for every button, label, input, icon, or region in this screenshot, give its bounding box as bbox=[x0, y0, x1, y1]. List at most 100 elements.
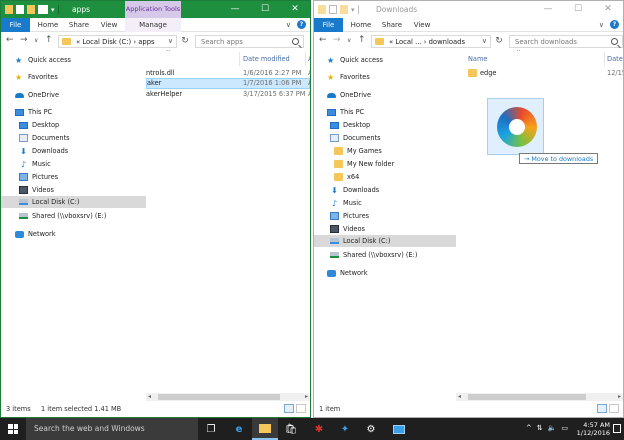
refresh-icon[interactable]: ↻ bbox=[179, 35, 191, 48]
nav-item-local-disk[interactable]: Local Disk (C:) bbox=[1, 196, 146, 208]
up-arrow-icon[interactable]: ↑ bbox=[45, 35, 53, 45]
close-button[interactable]: ✕ bbox=[280, 1, 310, 18]
large-icons-view-icon[interactable] bbox=[609, 404, 619, 413]
action-center-icon[interactable] bbox=[613, 424, 621, 433]
title-bar[interactable]: ▾ Application Tools apps — ☐ ✕ bbox=[1, 1, 310, 18]
address-bar[interactable]: « Local Disk (C:) › apps ∨ bbox=[58, 35, 177, 48]
scroll-left-icon[interactable]: ◂ bbox=[148, 393, 151, 401]
nav-item-favorites[interactable]: ★ Favorites bbox=[15, 71, 146, 83]
nav-item-videos[interactable]: Videos bbox=[330, 223, 456, 235]
new-folder-icon[interactable] bbox=[27, 5, 35, 14]
taskbar-app-blue[interactable]: ✦ bbox=[332, 418, 358, 440]
nav-item-shared-drive[interactable]: Shared (\\vboxsrv) (E:) bbox=[330, 249, 456, 261]
nav-item-music[interactable]: ♪ Music bbox=[19, 158, 146, 170]
nav-item-x64[interactable]: x64 bbox=[334, 171, 456, 183]
chevron-down-icon[interactable]: ∨ bbox=[168, 37, 173, 45]
nav-item-onedrive[interactable]: OneDrive bbox=[15, 89, 146, 101]
large-icons-view-icon[interactable] bbox=[296, 404, 306, 413]
tab-home[interactable]: Home bbox=[34, 18, 62, 32]
nav-item-music[interactable]: ♪ Music bbox=[330, 197, 456, 209]
maximize-button[interactable]: ☐ bbox=[563, 1, 593, 18]
recent-dropdown-icon[interactable]: ∨ bbox=[34, 37, 38, 44]
table-row[interactable]: edge 12/15 bbox=[456, 68, 623, 79]
nav-item-local-disk[interactable]: Local Disk (C:) bbox=[314, 235, 456, 247]
minimize-button[interactable]: — bbox=[220, 1, 250, 18]
refresh-icon[interactable]: ↻ bbox=[493, 35, 505, 48]
tab-view[interactable]: View bbox=[96, 18, 122, 32]
scroll-left-icon[interactable]: ◂ bbox=[458, 393, 461, 401]
nav-item-documents[interactable]: Documents bbox=[19, 132, 146, 144]
up-arrow-icon[interactable]: ↑ bbox=[358, 35, 366, 45]
clock[interactable]: 4:57 AM 1/12/2016 bbox=[577, 421, 610, 437]
nav-item-my-games[interactable]: My Games bbox=[334, 145, 456, 157]
taskbar-app-edge[interactable]: e bbox=[226, 418, 252, 440]
nav-item-my-new-folder[interactable]: My New folder bbox=[334, 158, 456, 170]
properties-icon[interactable] bbox=[16, 5, 24, 14]
nav-item-pictures[interactable]: Pictures bbox=[330, 210, 456, 222]
column-header-date[interactable]: Date bbox=[607, 55, 623, 63]
chevron-up-icon[interactable]: ^ bbox=[526, 424, 532, 432]
table-row[interactable]: akerHelper 3/17/2015 6:37 PM A bbox=[146, 89, 310, 100]
start-button[interactable] bbox=[0, 418, 26, 440]
scroll-right-icon[interactable]: ▸ bbox=[305, 393, 308, 401]
tab-home[interactable]: Home bbox=[347, 18, 375, 32]
tab-file[interactable]: File bbox=[314, 18, 343, 32]
forward-arrow-icon[interactable]: → bbox=[333, 35, 341, 45]
maximize-button[interactable]: ☐ bbox=[250, 1, 280, 18]
recent-dropdown-icon[interactable]: ∨ bbox=[347, 37, 351, 44]
nav-item-desktop[interactable]: Desktop bbox=[19, 119, 146, 131]
taskbar-search-box[interactable]: Search the web and Windows bbox=[26, 418, 198, 440]
tab-file[interactable]: File bbox=[1, 18, 30, 32]
new-folder-icon[interactable] bbox=[340, 5, 348, 14]
nav-item-pictures[interactable]: Pictures bbox=[19, 171, 146, 183]
scroll-right-icon[interactable]: ▸ bbox=[618, 393, 621, 401]
rename-icon[interactable] bbox=[38, 5, 48, 14]
taskbar-app-file-explorer[interactable] bbox=[252, 418, 278, 440]
column-header-name[interactable]: Name bbox=[468, 55, 487, 63]
network-tray-icon[interactable]: ⇅ bbox=[537, 424, 543, 432]
keyboard-icon[interactable]: ▭ bbox=[561, 424, 568, 432]
customize-toolbar-icon[interactable]: ▾ bbox=[351, 6, 355, 14]
properties-icon[interactable] bbox=[329, 5, 337, 14]
column-header-type[interactable]: A bbox=[308, 55, 310, 63]
nav-item-onedrive[interactable]: OneDrive bbox=[327, 89, 456, 101]
taskbar-app-store[interactable]: 🛍 bbox=[278, 418, 304, 440]
nav-item-documents[interactable]: Documents bbox=[330, 132, 456, 144]
forward-arrow-icon[interactable]: → bbox=[20, 35, 28, 45]
nav-item-downloads[interactable]: ⬇ Downloads bbox=[330, 184, 456, 196]
address-bar[interactable]: « Local ... › downloads ∨ bbox=[371, 35, 491, 48]
nav-item-this-pc[interactable]: This PC bbox=[15, 106, 146, 118]
tab-share[interactable]: Share bbox=[65, 18, 93, 32]
tab-manage[interactable]: Manage bbox=[125, 18, 181, 32]
nav-item-network[interactable]: Network bbox=[15, 228, 146, 240]
title-bar[interactable]: ▾ Downloads — ☐ ✕ bbox=[314, 1, 623, 18]
nav-item-downloads[interactable]: ⬇ Downloads bbox=[19, 145, 146, 157]
taskbar-app-settings[interactable]: ⚙ bbox=[358, 418, 384, 440]
table-row-selected[interactable]: aker 1/7/2016 1:06 PM A bbox=[146, 78, 310, 89]
chevron-down-icon[interactable]: ∨ bbox=[482, 37, 487, 45]
horizontal-scrollbar[interactable]: ◂ ▸ bbox=[456, 393, 623, 401]
nav-item-favorites[interactable]: ★ Favorites bbox=[327, 71, 456, 83]
horizontal-scrollbar[interactable]: ◂ ▸ bbox=[146, 393, 310, 401]
tab-view[interactable]: View bbox=[409, 18, 435, 32]
help-icon[interactable]: ? bbox=[297, 20, 306, 29]
taskbar-app-remote[interactable] bbox=[386, 418, 412, 440]
nav-item-this-pc[interactable]: This PC bbox=[327, 106, 456, 118]
scroll-thumb[interactable] bbox=[158, 394, 280, 400]
nav-item-quick-access[interactable]: ★ Quick access bbox=[327, 54, 456, 66]
volume-icon[interactable]: 🔈 bbox=[548, 424, 557, 432]
nav-item-desktop[interactable]: Desktop bbox=[330, 119, 456, 131]
tab-share[interactable]: Share bbox=[378, 18, 406, 32]
close-button[interactable]: ✕ bbox=[593, 1, 623, 18]
column-header-date[interactable]: Date modified bbox=[243, 55, 290, 63]
customize-toolbar-icon[interactable]: ▾ bbox=[51, 6, 55, 14]
scroll-thumb[interactable] bbox=[468, 394, 586, 400]
nav-item-network[interactable]: Network bbox=[327, 267, 456, 279]
minimize-button[interactable]: — bbox=[533, 1, 563, 18]
expand-ribbon-icon[interactable]: ∨ bbox=[599, 21, 604, 29]
back-arrow-icon[interactable]: ← bbox=[6, 35, 14, 45]
help-icon[interactable]: ? bbox=[610, 20, 619, 29]
search-input[interactable]: Search downloads bbox=[509, 35, 623, 48]
nav-item-videos[interactable]: Videos bbox=[19, 184, 146, 196]
details-view-icon[interactable] bbox=[284, 404, 294, 413]
